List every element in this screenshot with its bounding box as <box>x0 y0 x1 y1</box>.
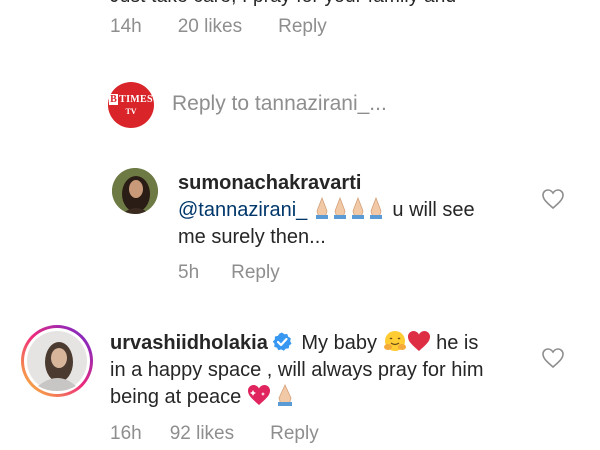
urvashi-comment: urvashiidholakia My baby he is in a happ… <box>110 330 530 411</box>
top-comment-time: 14h <box>110 16 142 37</box>
sumona-like-heart-icon[interactable] <box>541 188 565 210</box>
folded-hands-icon-2 <box>277 384 292 406</box>
sumona-avatar[interactable] <box>112 168 158 214</box>
sumona-username[interactable]: sumonachakravarti <box>178 172 361 194</box>
urvashi-comment-line2: in a happy space , will always pray for … <box>110 359 484 381</box>
urvashi-likes[interactable]: 92 likes <box>170 423 234 445</box>
urvashi-comment-line1-start: My baby <box>295 332 383 354</box>
reply-input[interactable] <box>172 89 502 119</box>
sumona-comment: sumonachakravarti @tannazirani_ u will s… <box>178 170 518 251</box>
urvashi-reply-button[interactable]: Reply <box>270 423 319 445</box>
folded-hands-emojis <box>313 197 387 219</box>
times-tv-avatar: B TIMES TV <box>108 82 154 128</box>
times-logo-tv: TV <box>125 106 137 116</box>
hugging-face-icon <box>383 331 406 351</box>
top-comment-meta: 14h 20 likes Reply <box>110 16 363 38</box>
sumona-avatar-photo <box>112 168 158 214</box>
urvashi-comment-line1-end: he is <box>430 332 479 354</box>
sumona-reply-button[interactable]: Reply <box>231 262 280 284</box>
red-heart-icon <box>407 331 430 351</box>
urvashi-username[interactable]: urvashiidholakia <box>110 332 268 354</box>
sumona-time: 5h <box>178 262 200 283</box>
urvashi-meta: 16h 92 likes Reply <box>110 423 355 445</box>
top-comment-reply-button[interactable]: Reply <box>278 16 327 38</box>
urvashi-avatar[interactable] <box>20 324 94 398</box>
sumona-meta: 5h Reply <box>178 262 316 284</box>
sumona-comment-line1-end: u will see <box>386 199 475 221</box>
urvashi-avatar-photo <box>21 325 93 397</box>
urvashi-like-heart-icon[interactable] <box>541 347 565 369</box>
top-comment-text: Just take care, I pray for your family a… <box>110 0 456 8</box>
urvashi-comment-line3: being at peace <box>110 386 247 408</box>
verified-badge-icon <box>272 332 292 351</box>
mention-tannazirani[interactable]: @tannazirani_ <box>178 199 307 221</box>
folded-hands-icon <box>315 197 382 219</box>
top-comment-likes[interactable]: 20 likes <box>178 16 242 38</box>
times-logo-text: B TIMES <box>109 93 153 105</box>
sparkling-heart-icon <box>247 385 270 405</box>
sumona-comment-line2: me surely then... <box>178 226 326 248</box>
urvashi-time: 16h <box>110 423 142 444</box>
